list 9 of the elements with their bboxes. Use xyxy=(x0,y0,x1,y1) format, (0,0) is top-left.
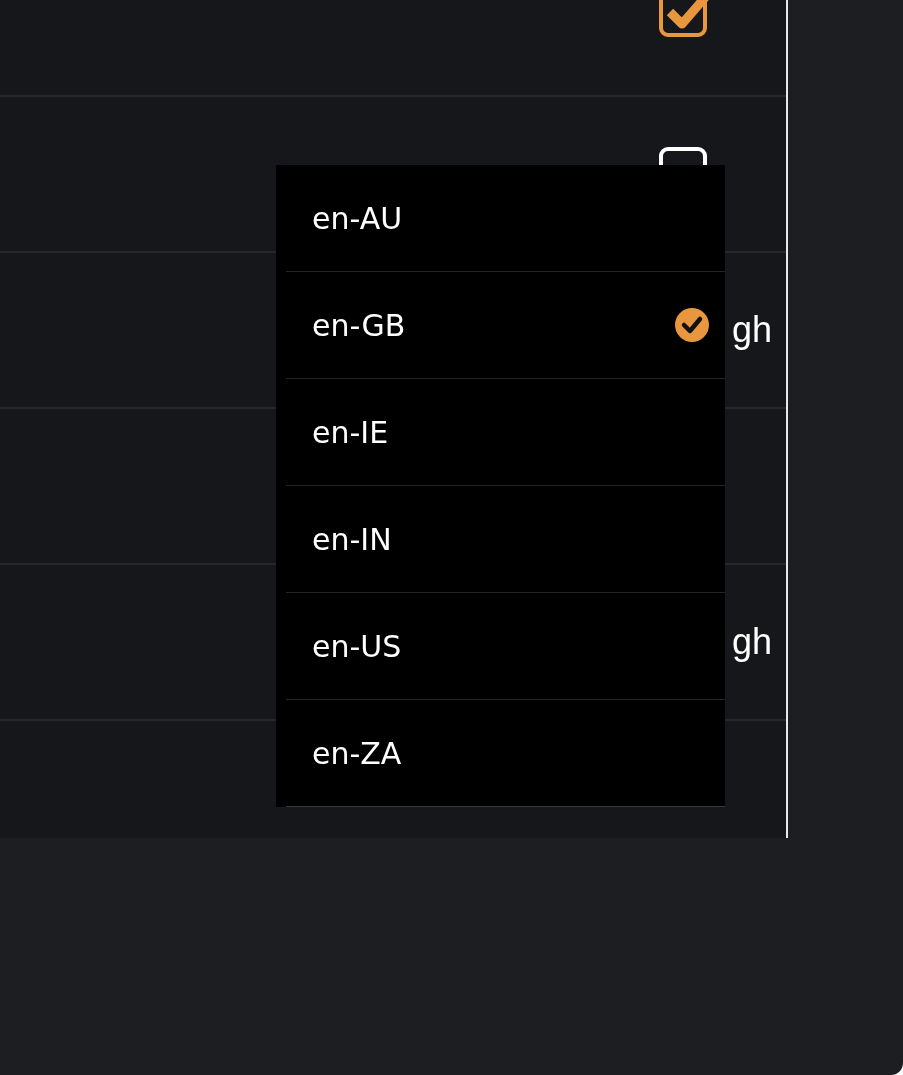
menu-item[interactable]: en-IE xyxy=(286,379,725,486)
menu-item[interactable]: en-GB xyxy=(286,272,725,379)
table-cell: gh xyxy=(731,312,772,348)
table-cell: gh xyxy=(731,624,772,660)
checkmark-icon xyxy=(674,307,710,343)
menu-item[interactable]: en-US xyxy=(286,593,725,700)
menu-item[interactable]: en-IN xyxy=(286,486,725,593)
menu-item[interactable]: en-AU xyxy=(286,165,725,272)
menu-item[interactable]: en-ZA xyxy=(286,700,725,807)
